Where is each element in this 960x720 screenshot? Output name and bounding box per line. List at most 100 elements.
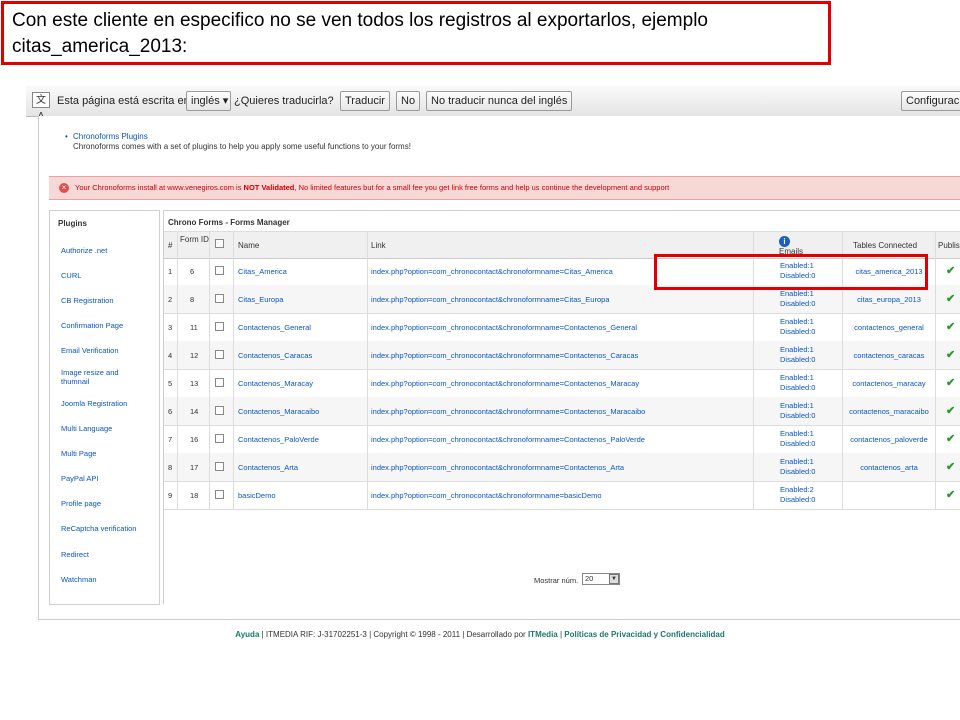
row-form-id: 8 bbox=[178, 285, 210, 313]
settings-button[interactable]: Configuraci bbox=[901, 91, 960, 111]
row-checkbox-cell bbox=[210, 313, 234, 341]
form-name-link[interactable]: Citas_America bbox=[234, 257, 368, 285]
sidebar-item-multi-page[interactable]: Multi Page bbox=[61, 449, 153, 458]
form-name-link[interactable]: basicDemo bbox=[234, 481, 368, 509]
sidebar-item-redirect[interactable]: Redirect bbox=[61, 550, 153, 559]
emails-status[interactable]: Enabled:1 Disabled:0 bbox=[754, 341, 843, 369]
table-connected-link[interactable]: contactenos_maracay bbox=[843, 369, 936, 397]
plugins-note-title[interactable]: Chronoforms Plugins bbox=[73, 132, 411, 142]
check-icon[interactable]: ✔ bbox=[946, 292, 955, 305]
row-form-id: 14 bbox=[178, 397, 210, 425]
emails-status[interactable]: Enabled:1 Disabled:0 bbox=[754, 313, 843, 341]
sidebar-title: Plugins bbox=[58, 219, 87, 228]
table-connected-link[interactable]: contactenos_caracas bbox=[843, 341, 936, 369]
check-icon[interactable]: ✔ bbox=[946, 488, 955, 501]
translate-button[interactable]: Traducir bbox=[340, 91, 390, 111]
form-url-link[interactable]: index.php?option=com_chronocontact&chron… bbox=[368, 313, 754, 341]
emails-status[interactable]: Enabled:1 Disabled:0 bbox=[754, 369, 843, 397]
never-translate-button[interactable]: No traducir nunca del inglés bbox=[426, 91, 573, 111]
check-icon[interactable]: ✔ bbox=[946, 460, 955, 473]
sidebar-item-curl[interactable]: CURL bbox=[61, 271, 153, 280]
sidebar-item-recaptcha[interactable]: ReCaptcha verification bbox=[61, 524, 153, 533]
sidebar-item-multi-language[interactable]: Multi Language bbox=[61, 424, 153, 433]
brand-link[interactable]: ITMedia bbox=[528, 630, 558, 639]
form-url-link[interactable]: index.php?option=com_chronocontact&chron… bbox=[368, 425, 754, 453]
table-connected-link[interactable]: contactenos_paloverde bbox=[843, 425, 936, 453]
sidebar-item-confirmation-page[interactable]: Confirmation Page bbox=[61, 321, 153, 330]
sidebar-item-profile-page[interactable]: Profile page bbox=[61, 499, 153, 508]
publish-cell: ✔ bbox=[936, 313, 960, 341]
sidebar-item-paypal-api[interactable]: PayPal API bbox=[61, 474, 153, 483]
form-name-link[interactable]: Contactenos_Maracaibo bbox=[234, 397, 368, 425]
header-num: # bbox=[164, 232, 178, 258]
row-checkbox-cell bbox=[210, 369, 234, 397]
privacy-link[interactable]: Políticas de Privacidad y Confidencialid… bbox=[564, 630, 725, 639]
translate-icon: 文A bbox=[32, 92, 50, 122]
row-checkbox[interactable] bbox=[215, 322, 224, 331]
emails-status[interactable]: Enabled:2 Disabled:0 bbox=[754, 481, 843, 509]
validation-warning: × Your Chronoforms install at www.venegi… bbox=[49, 176, 960, 200]
form-name-link[interactable]: Contactenos_General bbox=[234, 313, 368, 341]
table-connected-link[interactable] bbox=[843, 481, 936, 509]
row-checkbox[interactable] bbox=[215, 294, 224, 303]
select-all-checkbox[interactable] bbox=[215, 239, 224, 248]
table-row: 6 14 Contactenos_Maracaibo index.php?option… bbox=[164, 397, 960, 426]
row-checkbox[interactable] bbox=[215, 350, 224, 359]
table-connected-link[interactable]: contactenos_maracaibo bbox=[843, 397, 936, 425]
row-form-id: 12 bbox=[178, 341, 210, 369]
table-connected-link[interactable]: contactenos_general bbox=[843, 313, 936, 341]
sidebar-item-email-verification[interactable]: Email Verification bbox=[61, 346, 153, 355]
form-name-link[interactable]: Contactenos_PaloVerde bbox=[234, 425, 368, 453]
check-icon[interactable]: ✔ bbox=[946, 320, 955, 333]
check-icon[interactable]: ✔ bbox=[946, 404, 955, 417]
check-icon[interactable]: ✔ bbox=[946, 348, 955, 361]
sidebar-item-authorize[interactable]: Authorize .net bbox=[61, 246, 153, 255]
browser-screenshot: 文A Esta página está escrita en inglés ▾ … bbox=[26, 86, 960, 626]
check-icon[interactable]: ✔ bbox=[946, 264, 955, 277]
error-icon: × bbox=[59, 183, 69, 193]
row-checkbox[interactable] bbox=[215, 378, 224, 387]
form-name-link[interactable]: Contactenos_Caracas bbox=[234, 341, 368, 369]
publish-cell: ✔ bbox=[936, 481, 960, 509]
table-row: 5 13 Contactenos_Maracay index.php?option=c… bbox=[164, 369, 960, 398]
form-url-link[interactable]: index.php?option=com_chronocontact&chron… bbox=[368, 369, 754, 397]
emails-status[interactable]: Enabled:1 Disabled:0 bbox=[754, 425, 843, 453]
form-name-link[interactable]: Contactenos_Arta bbox=[234, 453, 368, 481]
emails-status[interactable]: Enabled:1 Disabled:0 bbox=[754, 397, 843, 425]
sidebar-item-cb-registration[interactable]: CB Registration bbox=[61, 296, 153, 305]
row-checkbox[interactable] bbox=[215, 406, 224, 415]
highlight-box bbox=[654, 254, 928, 290]
pager-label: Mostrar núm. bbox=[534, 576, 579, 585]
help-link[interactable]: Ayuda bbox=[235, 630, 259, 639]
form-name-link[interactable]: Citas_Europa bbox=[234, 285, 368, 313]
row-checkbox-cell bbox=[210, 425, 234, 453]
form-name-link[interactable]: Contactenos_Maracay bbox=[234, 369, 368, 397]
row-checkbox[interactable] bbox=[215, 490, 224, 499]
sidebar-item-image-resize[interactable]: Image resize and thumnail bbox=[61, 368, 131, 386]
sidebar-item-watchman[interactable]: Watchman bbox=[61, 575, 153, 584]
form-url-link[interactable]: index.php?option=com_chronocontact&chron… bbox=[368, 453, 754, 481]
form-url-link[interactable]: index.php?option=com_chronocontact&chron… bbox=[368, 481, 754, 509]
header-name[interactable]: Name bbox=[234, 232, 368, 258]
row-num: 4 bbox=[164, 341, 178, 369]
info-icon: i bbox=[779, 236, 790, 247]
table-row: 3 11 Contactenos_General index.php?option=c… bbox=[164, 313, 960, 342]
no-button[interactable]: No bbox=[396, 91, 421, 111]
check-icon[interactable]: ✔ bbox=[946, 432, 955, 445]
emails-status[interactable]: Enabled:1 Disabled:0 bbox=[754, 453, 843, 481]
table-connected-link[interactable]: contactenos_arta bbox=[843, 453, 936, 481]
row-checkbox[interactable] bbox=[215, 266, 224, 275]
sidebar-item-joomla-registration[interactable]: Joomla Registration bbox=[61, 399, 153, 408]
check-icon[interactable]: ✔ bbox=[946, 376, 955, 389]
translate-prefix: Esta página está escrita en bbox=[57, 95, 190, 107]
row-checkbox[interactable] bbox=[215, 462, 224, 471]
row-num: 2 bbox=[164, 285, 178, 313]
chevron-down-icon[interactable]: ▼ bbox=[609, 574, 619, 584]
row-checkbox[interactable] bbox=[215, 434, 224, 443]
form-url-link[interactable]: index.php?option=com_chronocontact&chron… bbox=[368, 397, 754, 425]
plugins-note: • Chronoforms Plugins Chronoforms comes … bbox=[65, 132, 411, 152]
publish-cell: ✔ bbox=[936, 257, 960, 285]
language-select[interactable]: inglés ▾ bbox=[186, 91, 231, 111]
admin-page: • Chronoforms Plugins Chronoforms comes … bbox=[38, 116, 960, 620]
form-url-link[interactable]: index.php?option=com_chronocontact&chron… bbox=[368, 341, 754, 369]
